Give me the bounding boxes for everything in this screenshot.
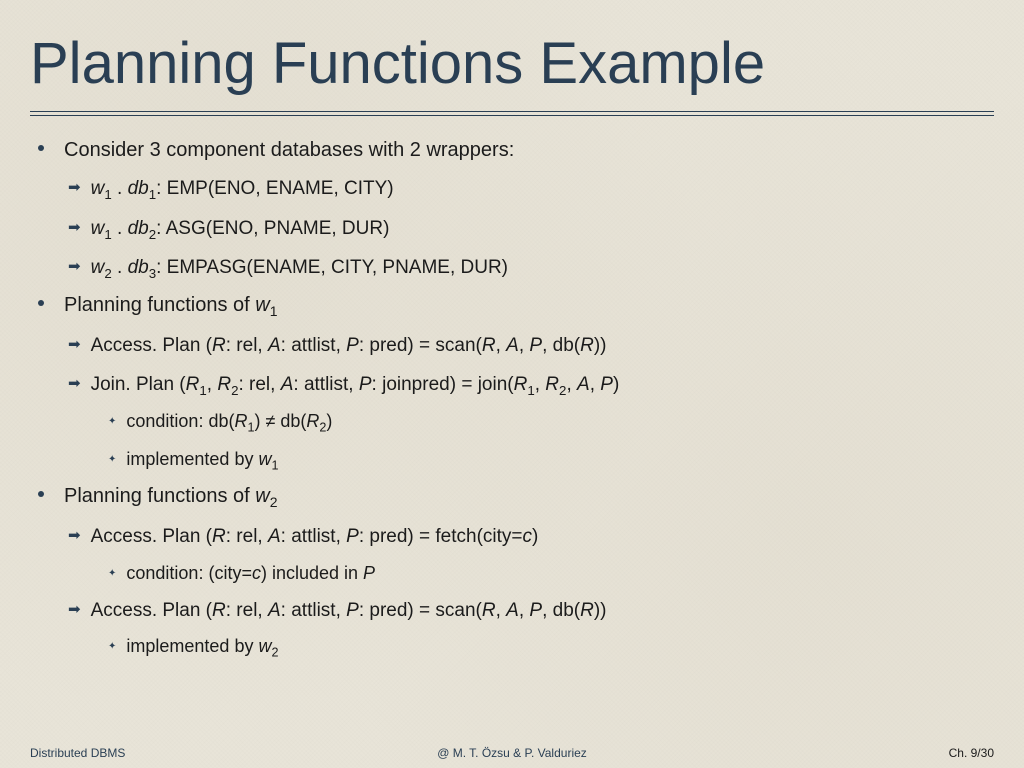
bullet-2-sub-2-cond-1: ✦ condition: db(R1) ≠ db(R2) <box>108 408 994 437</box>
footer-left: Distributed DBMS <box>30 746 125 760</box>
arrow-icon: ➡ <box>68 373 81 396</box>
bullet-1-sub-3: ➡ w2 . db3: EMPASG(ENAME, CITY, PNAME, D… <box>68 254 994 284</box>
title-divider <box>30 111 994 117</box>
bullet-dot-icon <box>38 145 44 151</box>
bullet-3-sub-1: ➡ Access. Plan (R: rel, A: attlist, P: p… <box>68 523 994 552</box>
bullet-dot-icon <box>38 300 44 306</box>
diamond-icon: ✦ <box>108 566 116 581</box>
arrow-icon: ➡ <box>68 256 81 279</box>
diamond-icon: ✦ <box>108 414 116 429</box>
bullet-dot-icon <box>38 491 44 497</box>
bullet-3-sub-2-cond-1: ✦ implemented by w2 <box>108 633 994 662</box>
footer-right: Ch. 9/30 <box>949 746 994 760</box>
bullet-2-sub-2: ➡ Join. Plan (R1, R2: rel, A: attlist, P… <box>68 371 994 401</box>
bullet-3-sub-2: ➡ Access. Plan (R: rel, A: attlist, P: p… <box>68 597 994 626</box>
bullet-1-sub-1: ➡ w1 . db1: EMP(ENO, ENAME, CITY) <box>68 175 994 205</box>
diamond-icon: ✦ <box>108 639 116 654</box>
arrow-icon: ➡ <box>68 217 81 240</box>
bullet-1-sub-2: ➡ w1 . db2: ASG(ENO, PNAME, DUR) <box>68 215 994 245</box>
bullet-1: Consider 3 component databases with 2 wr… <box>38 135 994 165</box>
arrow-icon: ➡ <box>68 177 81 200</box>
arrow-icon: ➡ <box>68 525 81 548</box>
arrow-icon: ➡ <box>68 334 81 357</box>
slide-title: Planning Functions Example <box>30 30 994 97</box>
bullet-2-sub-1: ➡ Access. Plan (R: rel, A: attlist, P: p… <box>68 332 994 361</box>
bullet-3-sub-1-cond-1: ✦ condition: (city=c) included in P <box>108 560 994 587</box>
bullet-1-text: Consider 3 component databases with 2 wr… <box>64 135 994 165</box>
footer-mid: @ M. T. Özsu & P. Valduriez <box>437 746 587 760</box>
slide-content: Consider 3 component databases with 2 wr… <box>30 135 994 663</box>
bullet-2-sub-2-cond-2: ✦ implemented by w1 <box>108 446 994 475</box>
diamond-icon: ✦ <box>108 452 116 467</box>
bullet-3: Planning functions of w2 <box>38 481 994 513</box>
bullet-2: Planning functions of w1 <box>38 290 994 322</box>
arrow-icon: ➡ <box>68 599 81 622</box>
footer: Distributed DBMS @ M. T. Özsu & P. Valdu… <box>30 746 994 760</box>
